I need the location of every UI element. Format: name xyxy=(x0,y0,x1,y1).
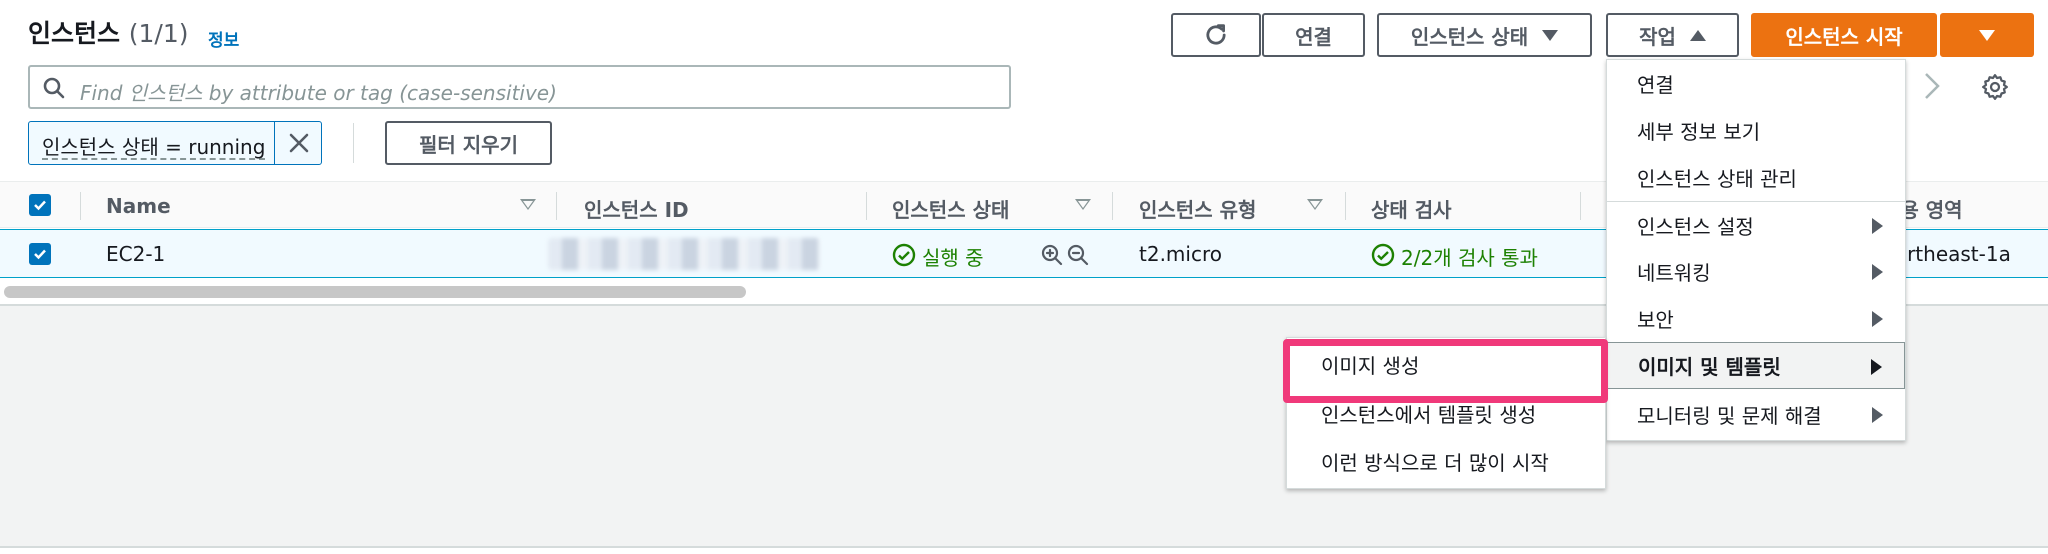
sort-icon[interactable] xyxy=(1075,199,1091,210)
caret-down-icon xyxy=(1542,29,1559,41)
search-icon xyxy=(43,77,65,99)
chevron-right-icon xyxy=(1872,311,1883,327)
actions-menu: 연결 세부 정보 보기 인스턴스 상태 관리 인스턴스 설정 네트워킹 보안 이… xyxy=(1606,59,1906,441)
gear-icon[interactable] xyxy=(1980,72,2010,102)
menu-item-label: 인스턴스 상태 관리 xyxy=(1637,167,1797,191)
zoom-out-icon[interactable] xyxy=(1066,243,1090,267)
menu-item-label: 인스턴스 설정 xyxy=(1637,214,1754,239)
chevron-right-icon xyxy=(1872,218,1883,234)
menu-item-label: 보안 xyxy=(1637,308,1674,332)
success-check-icon xyxy=(892,243,916,267)
scrollbar-thumb[interactable] xyxy=(4,286,746,298)
menu-item-label: 연결 xyxy=(1637,73,1674,97)
status-check-value[interactable]: 2/2개 검사 통과 xyxy=(1401,242,1538,271)
selection-count: (1/1) xyxy=(128,19,189,48)
sort-icon[interactable] xyxy=(520,199,536,210)
clear-filters-label: 필터 지우기 xyxy=(419,132,518,157)
actions-button[interactable]: 작업 xyxy=(1606,13,1739,57)
chevron-right-icon xyxy=(1872,407,1883,423)
instance-state-button[interactable]: 인스턴스 상태 xyxy=(1377,13,1592,57)
instance-name: EC2-1 xyxy=(106,242,166,266)
menu-item-label: 세부 정보 보기 xyxy=(1637,120,1761,144)
search-input[interactable]: Find 인스턴스 by attribute or tag (case-sens… xyxy=(28,65,1011,109)
sort-icon[interactable] xyxy=(1307,199,1323,210)
menu-item-view-details[interactable]: 세부 정보 보기 xyxy=(1607,107,1905,154)
highlight-box xyxy=(1283,339,1608,403)
actions-label: 작업 xyxy=(1639,24,1676,49)
divider xyxy=(353,123,354,163)
menu-item-label: 이미지 및 템플릿 xyxy=(1638,355,1781,379)
menu-item-manage-state[interactable]: 인스턴스 상태 관리 xyxy=(1607,154,1905,201)
close-icon xyxy=(289,133,308,153)
refresh-button[interactable] xyxy=(1171,13,1261,57)
next-page-icon[interactable] xyxy=(1920,70,1944,102)
success-check-icon xyxy=(1371,243,1395,267)
menu-item-instance-settings[interactable]: 인스턴스 설정 xyxy=(1607,201,1905,248)
page-title: 인스턴스 (1/1) xyxy=(28,14,188,50)
connect-label: 연결 xyxy=(1295,24,1332,49)
filter-token: 인스턴스 상태 = running xyxy=(28,121,322,165)
menu-item-security[interactable]: 보안 xyxy=(1607,295,1905,342)
caret-down-icon xyxy=(1979,29,1995,41)
menu-item-monitor-troubleshoot[interactable]: 모니터링 및 문제 해결 xyxy=(1607,391,1905,438)
column-header-instance-type[interactable]: 인스턴스 유형 xyxy=(1139,194,1256,223)
menu-item-label: 네트워킹 xyxy=(1637,261,1711,285)
launch-label: 인스턴스 시작 xyxy=(1785,24,1903,49)
column-header-name[interactable]: Name xyxy=(106,194,171,218)
column-header-instance-state[interactable]: 인스턴스 상태 xyxy=(892,194,1009,223)
row-checkbox[interactable] xyxy=(29,243,51,265)
menu-item-connect[interactable]: 연결 xyxy=(1607,60,1905,107)
menu-item-label: 모니터링 및 문제 해결 xyxy=(1637,404,1822,428)
check-icon xyxy=(34,249,46,260)
ec2-instances-page: 인스턴스 (1/1) 정보 연결 인스턴스 상태 작업 인스턴스 시작 Find… xyxy=(0,0,2048,554)
zoom-in-icon[interactable] xyxy=(1040,243,1064,267)
column-header-instance-id[interactable]: 인스턴스 ID xyxy=(584,194,689,223)
remove-filter-button[interactable] xyxy=(274,122,322,164)
connect-button[interactable]: 연결 xyxy=(1262,13,1365,57)
select-all-checkbox[interactable] xyxy=(29,194,51,216)
chevron-right-icon xyxy=(1872,264,1883,280)
submenu-item-label: 이런 방식으로 더 많이 시작 xyxy=(1321,450,1549,475)
column-header-status-check[interactable]: 상태 검사 xyxy=(1371,194,1452,223)
check-icon xyxy=(34,200,46,211)
caret-up-icon xyxy=(1689,29,1706,41)
instance-type-value: t2.micro xyxy=(1139,242,1222,266)
menu-item-networking[interactable]: 네트워킹 xyxy=(1607,248,1905,295)
info-link[interactable]: 정보 xyxy=(208,26,239,51)
clear-filters-button[interactable]: 필터 지우기 xyxy=(385,121,552,165)
refresh-icon xyxy=(1206,24,1226,45)
chevron-right-icon xyxy=(1871,359,1882,375)
instance-id-redacted[interactable] xyxy=(548,238,820,270)
filter-token-label[interactable]: 인스턴스 상태 = running xyxy=(42,131,265,160)
search-placeholder: Find 인스턴스 by attribute or tag (case-sens… xyxy=(80,81,557,105)
launch-instances-button[interactable]: 인스턴스 시작 xyxy=(1751,13,1937,57)
launch-dropdown-button[interactable] xyxy=(1940,13,2034,57)
submenu-item-launch-more[interactable]: 이런 방식으로 더 많이 시작 xyxy=(1287,437,1605,485)
page-title-text: 인스턴스 xyxy=(28,19,121,48)
instance-state-label: 인스턴스 상태 xyxy=(1410,24,1529,49)
menu-item-image-and-templates[interactable]: 이미지 및 템플릿 xyxy=(1607,342,1905,389)
instance-state-value: 실행 중 xyxy=(922,246,984,270)
